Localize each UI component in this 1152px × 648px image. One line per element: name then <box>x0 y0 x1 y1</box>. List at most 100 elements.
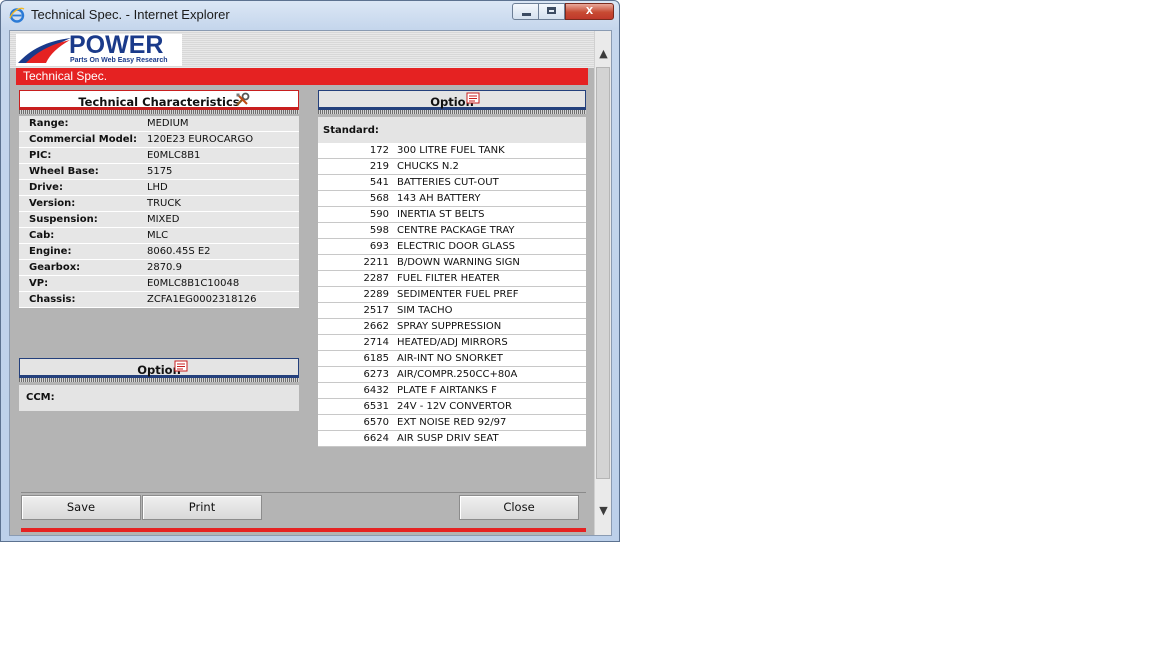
scroll-down-arrow-icon[interactable]: ▼ <box>596 502 611 519</box>
browser-content: POWER Parts On Web Easy Research Technic… <box>9 30 612 536</box>
tech-row-label: Drive: <box>19 179 137 196</box>
option-description: B/DOWN WARNING SIGN <box>397 254 586 271</box>
close-button[interactable]: Close <box>459 495 579 520</box>
option-row: 6273 AIR/COMPR.250CC+80A <box>318 366 586 383</box>
logo-wordmark: POWER <box>69 31 164 59</box>
tools-icon <box>236 92 250 106</box>
option-row: 6570 EXT NOISE RED 92/97 <box>318 414 586 431</box>
option-row: 598 CENTRE PACKAGE TRAY <box>318 222 586 239</box>
tech-row-label: PIC: <box>19 147 137 164</box>
ccm-box: CCM: <box>19 385 299 411</box>
list-icon <box>466 92 480 104</box>
window-close-button[interactable]: x <box>565 2 614 20</box>
tech-row-value: MLC <box>136 227 299 244</box>
vertical-scrollbar[interactable]: ▲ ▼ <box>594 31 611 535</box>
option-description: ELECTRIC DOOR GLASS <box>397 238 586 255</box>
option-code: 2289 <box>318 286 397 303</box>
tech-row-label: Chassis: <box>19 291 137 308</box>
tech-row: PIC: E0MLC8B1 <box>19 147 299 164</box>
tech-row: Suspension: MIXED <box>19 211 299 228</box>
tech-row-value: 2870.9 <box>136 259 299 276</box>
minimize-button[interactable] <box>512 3 539 20</box>
option-code: 541 <box>318 174 397 191</box>
option-row: 693 ELECTRIC DOOR GLASS <box>318 238 586 255</box>
standard-box: Standard: <box>318 117 586 143</box>
tech-row: Version: TRUCK <box>19 195 299 212</box>
option-row: 6624 AIR SUSP DRIV SEAT <box>318 430 586 447</box>
footer-red-line <box>21 528 586 532</box>
ccm-label: CCM: <box>26 392 55 403</box>
option-code: 6432 <box>318 382 397 399</box>
option-row: 2517 SIM TACHO <box>318 302 586 319</box>
tech-row: Cab: MLC <box>19 227 299 244</box>
tech-row-value: MEDIUM <box>136 116 299 132</box>
option-description: AIR/COMPR.250CC+80A <box>397 366 586 383</box>
option-description: CENTRE PACKAGE TRAY <box>397 222 586 239</box>
option-code: 2662 <box>318 318 397 335</box>
tech-row: Engine: 8060.45S E2 <box>19 243 299 260</box>
option-row: 172 300 LITRE FUEL TANK <box>318 143 586 159</box>
option-description: EXT NOISE RED 92/97 <box>397 414 586 431</box>
option-row: 2662 SPRAY SUPPRESSION <box>318 318 586 335</box>
tech-row-value: 5175 <box>136 163 299 180</box>
option-description: CHUCKS N.2 <box>397 158 586 175</box>
tech-row-label: Suspension: <box>19 211 137 228</box>
option-description: SPRAY SUPPRESSION <box>397 318 586 335</box>
option-code: 2714 <box>318 334 397 351</box>
option-code: 568 <box>318 190 397 207</box>
save-button[interactable]: Save <box>21 495 141 520</box>
option-row: 2289 SEDIMENTER FUEL PREF <box>318 286 586 303</box>
header-divider <box>19 110 299 114</box>
option-description: AIR SUSP DRIV SEAT <box>397 430 586 447</box>
tech-row-value: 120E23 EUROCARGO <box>136 131 299 148</box>
close-icon: x <box>585 2 594 17</box>
logo-tagline: Parts On Web Easy Research <box>70 57 168 64</box>
option-left-header: Option <box>19 358 299 378</box>
tech-row-label: Gearbox: <box>19 259 137 276</box>
option-description: BATTERIES CUT-OUT <box>397 174 586 191</box>
tech-row: Wheel Base: 5175 <box>19 163 299 180</box>
option-row: 6531 24V - 12V CONVERTOR <box>318 398 586 415</box>
header-band: POWER Parts On Web Easy Research <box>10 31 594 68</box>
tech-row-label: VP: <box>19 275 137 292</box>
tech-row: Gearbox: 2870.9 <box>19 259 299 276</box>
scroll-up-arrow-icon[interactable]: ▲ <box>596 45 611 62</box>
tech-row-label: Cab: <box>19 227 137 244</box>
browser-window: Technical Spec. - Internet Explorer x PO… <box>0 0 620 542</box>
tech-row-label: Range: <box>19 116 137 132</box>
option-code: 590 <box>318 206 397 223</box>
maximize-button[interactable] <box>538 3 565 20</box>
option-description: PLATE F AIRTANKS F <box>397 382 586 399</box>
window-title: Technical Spec. - Internet Explorer <box>31 7 230 22</box>
option-code: 693 <box>318 238 397 255</box>
option-code: 6624 <box>318 430 397 447</box>
internet-explorer-icon <box>9 7 25 23</box>
option-description: AIR-INT NO SNORKET <box>397 350 586 367</box>
option-row: 2287 FUEL FILTER HEATER <box>318 270 586 287</box>
scrollbar-thumb[interactable] <box>596 67 610 479</box>
option-code: 6185 <box>318 350 397 367</box>
print-button[interactable]: Print <box>142 495 262 520</box>
page-body: POWER Parts On Web Easy Research Technic… <box>10 31 594 535</box>
tech-row-label: Version: <box>19 195 137 212</box>
option-row: 219 CHUCKS N.2 <box>318 158 586 175</box>
tech-row-label: Wheel Base: <box>19 163 137 180</box>
tech-row-label: Engine: <box>19 243 137 260</box>
option-description: HEATED/ADJ MIRRORS <box>397 334 586 351</box>
option-description: INERTIA ST BELTS <box>397 206 586 223</box>
option-right-divider <box>318 110 586 114</box>
option-code: 172 <box>318 143 397 159</box>
option-code: 2287 <box>318 270 397 287</box>
tech-row: Commercial Model: 120E23 EUROCARGO <box>19 131 299 148</box>
option-code: 6531 <box>318 398 397 415</box>
option-code: 2517 <box>318 302 397 319</box>
tech-characteristics-header: Technical Characteristics <box>19 90 299 110</box>
option-row: 568 143 AH BATTERY <box>318 190 586 207</box>
tech-row-value: E0MLC8B1 <box>136 147 299 164</box>
tech-characteristics-table: Range: MEDIUM Commercial Model: 120E23 EURO… <box>19 116 299 308</box>
title-bar[interactable]: Technical Spec. - Internet Explorer x <box>1 1 619 29</box>
section-title: Technical Spec. <box>23 69 108 83</box>
option-row: 6185 AIR-INT NO SNORKET <box>318 350 586 367</box>
option-description: FUEL FILTER HEATER <box>397 270 586 287</box>
power-logo: POWER Parts On Web Easy Research <box>16 31 182 66</box>
